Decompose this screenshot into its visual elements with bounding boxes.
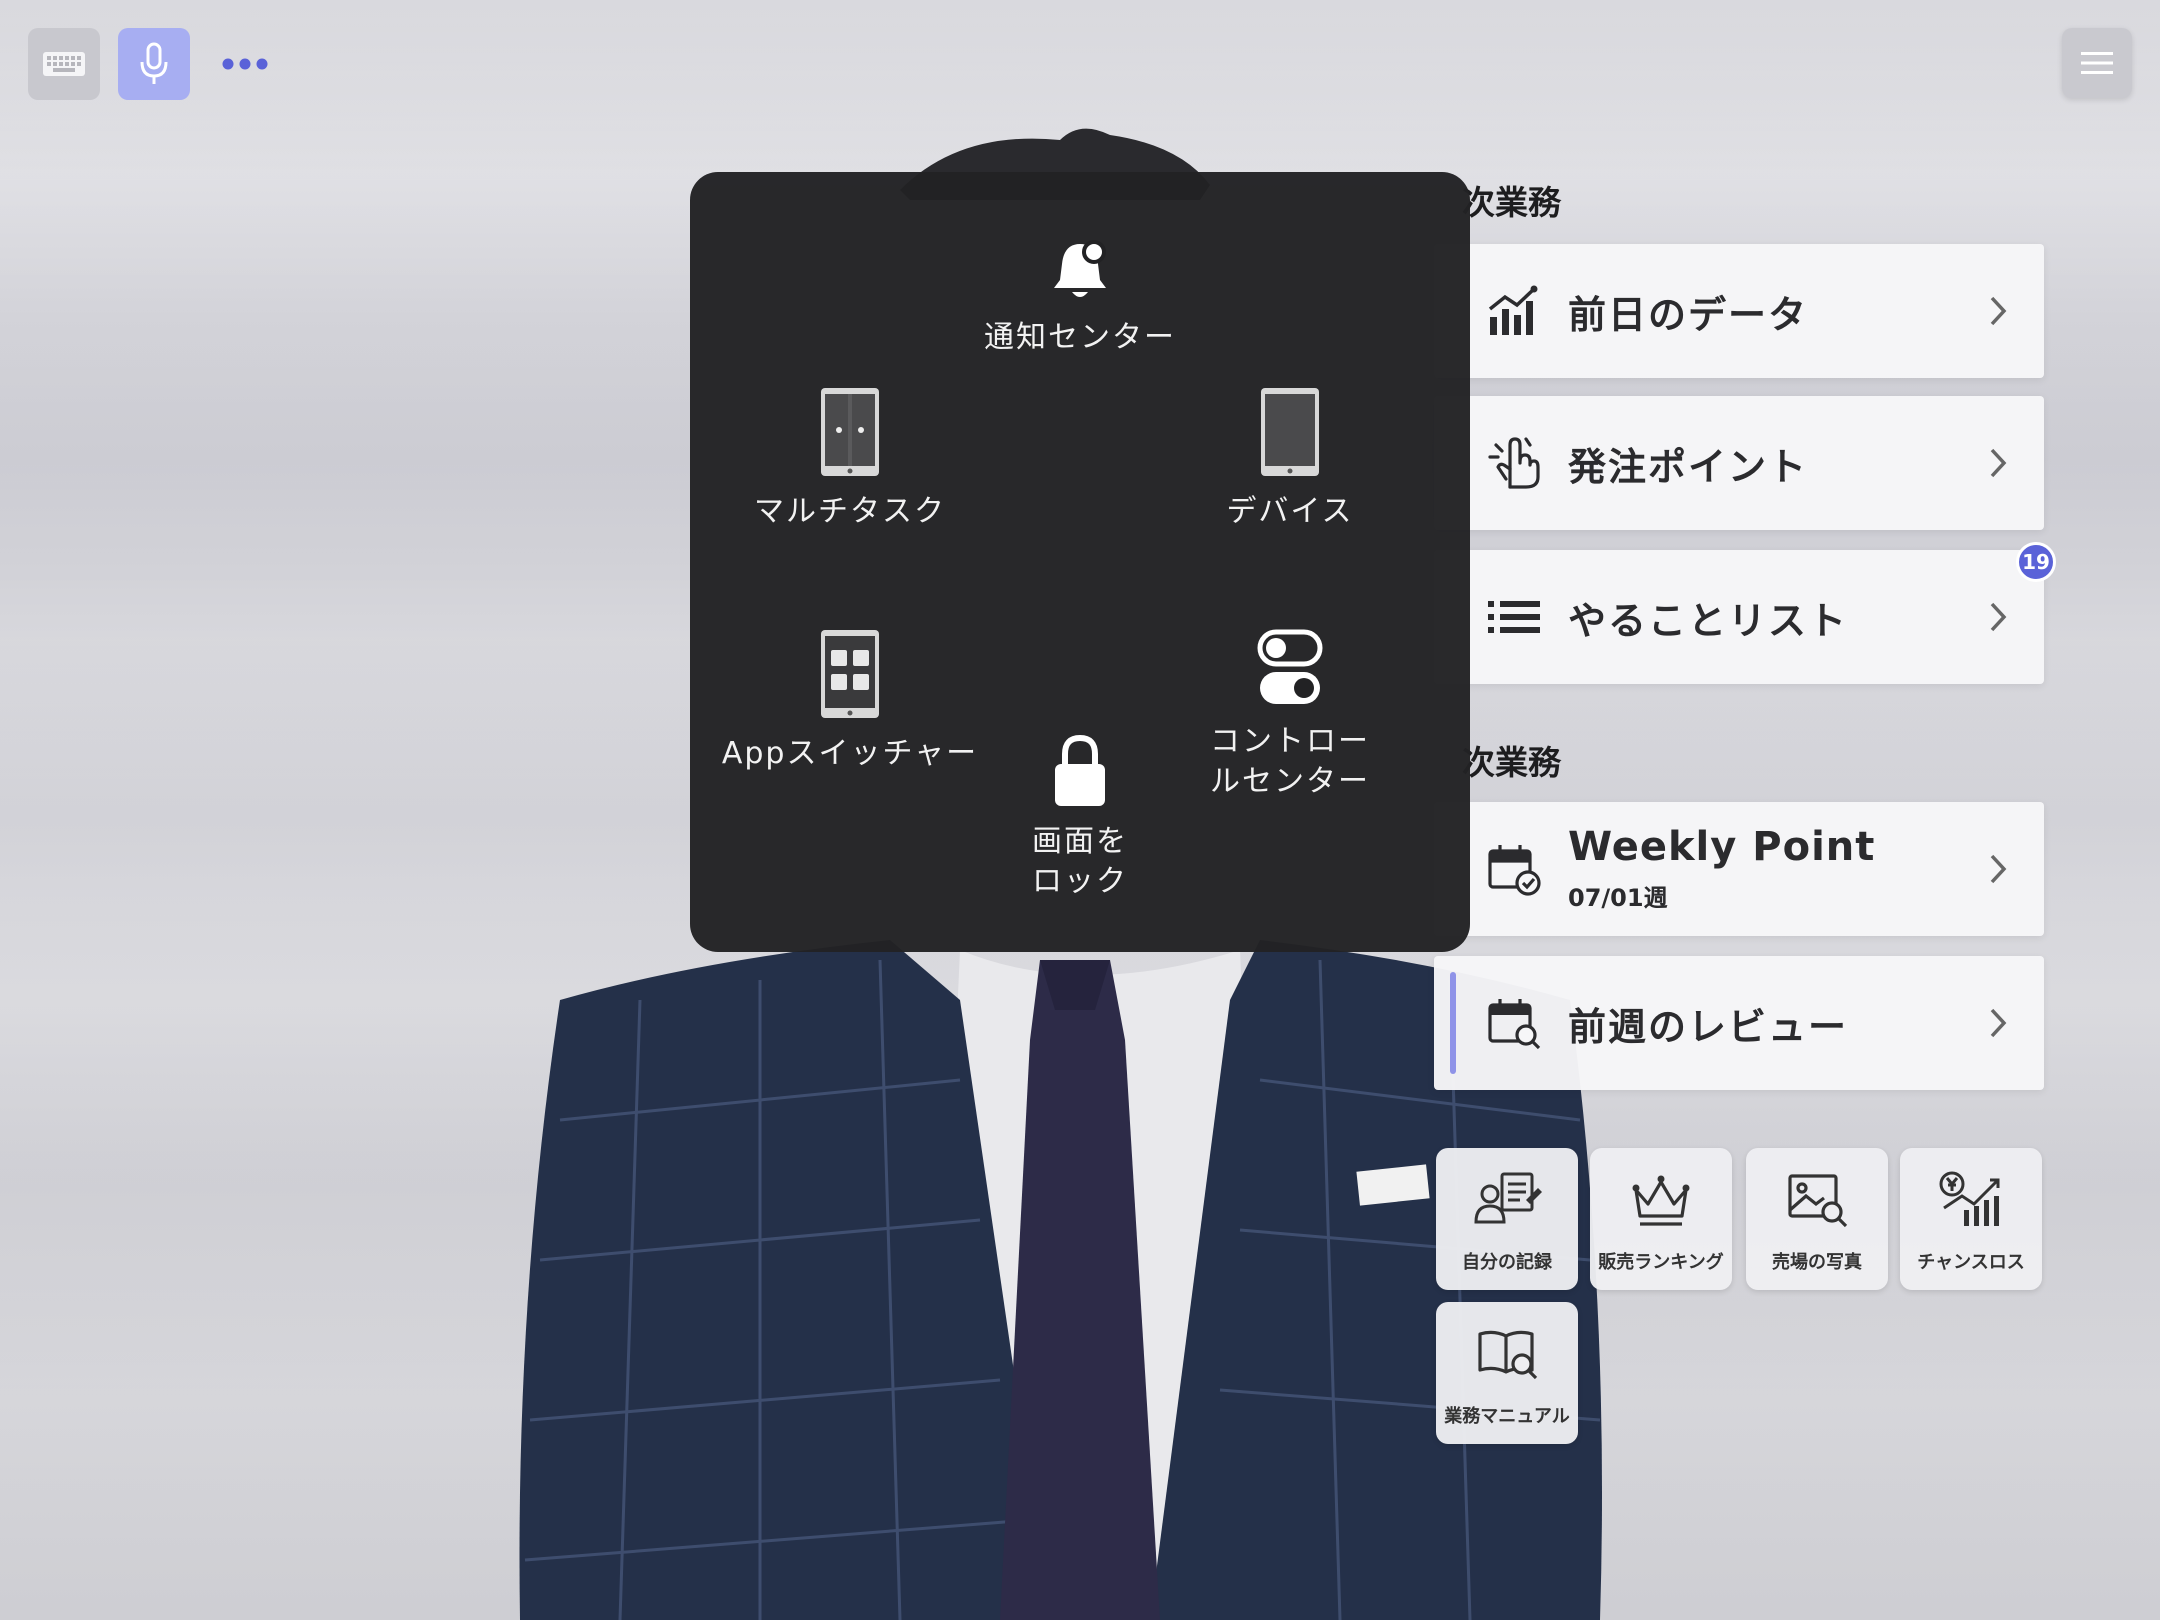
control-center-label: コントロー ルセンター [1210,724,1370,799]
keyboard-button[interactable] [28,28,100,100]
tile-chance-loss[interactable]: チャンスロス [1900,1148,2042,1290]
lock-screen-button[interactable]: 画面を ロック [960,734,1200,902]
card-previous-day-data[interactable]: 前日のデータ [1434,244,2044,378]
app-switcher-label: Appスイッチャー [721,736,979,771]
tile-my-records[interactable]: 自分の記録 [1436,1148,1578,1290]
assistive-touch-menu: 通知センター マルチタスク デバイス Appスイッチャー コントロー ルセンター… [690,172,1470,952]
device-label: デバイス [1226,494,1354,529]
tile-sales-ranking[interactable]: 販売ランキング [1590,1148,1732,1290]
tile-label: 売場の写真 [1772,1252,1862,1273]
card-todo-list[interactable]: やることリスト [1434,550,2044,684]
card-label: Weekly Point [1568,824,1876,870]
tile-store-photos[interactable]: 売場の写真 [1746,1148,1888,1290]
control-center-button[interactable]: コントロー ルセンター [1170,628,1410,802]
list-icon [1488,601,1540,633]
card-label: 前日のデータ [1568,292,1809,337]
toggles-icon [1257,629,1323,704]
card-weekly-point[interactable]: Weekly Point 07/01週 [1434,802,2044,936]
yen-chart-icon [1939,1171,2000,1226]
multitask-label: マルチタスク [754,494,946,529]
tile-label: チャンスロス [1917,1252,2025,1273]
bell-icon [1054,240,1106,297]
chevron-right-icon [1990,296,2007,326]
card-order-point[interactable]: 発注ポイント [1434,396,2044,530]
todo-count-badge: 19 [2016,542,2056,582]
calendar-search-icon [1488,999,1541,1050]
user-notes-icon [1474,1172,1542,1224]
tile-label: 販売ランキング [1598,1252,1724,1273]
hamburger-icon [2081,52,2113,74]
ellipsis-icon [222,58,268,70]
lock-screen-label: 画面を ロック [1032,824,1128,899]
tile-label: 業務マニュアル [1444,1406,1570,1427]
section-title-2: 次業務 [1462,743,1561,782]
chevron-right-icon [1990,448,2007,478]
chevron-right-icon [1990,602,2007,632]
card-last-week-review[interactable]: 前週のレビュー [1434,956,2044,1090]
crown-icon [1632,1175,1690,1226]
notification-center-button[interactable]: 通知センター [960,238,1200,358]
multitask-icon [821,388,879,476]
card-label: 発注ポイント [1568,444,1809,489]
bar-chart-icon [1488,285,1538,335]
section-title-1: 次業務 [1462,183,1561,222]
card-label: 前週のレビュー [1568,1004,1849,1049]
book-search-icon [1478,1330,1538,1380]
multitask-button[interactable]: マルチタスク [730,386,970,532]
pointing-hand-icon [1488,437,1540,489]
chevron-right-icon [1990,1008,2007,1038]
notification-center-label: 通知センター [984,320,1176,355]
card-sublabel: 07/01週 [1568,884,1668,912]
microphone-button[interactable] [118,28,190,100]
device-button[interactable]: デバイス [1170,386,1410,532]
microphone-icon [140,42,168,84]
tile-label: 自分の記録 [1462,1252,1552,1273]
calendar-check-icon [1488,845,1541,896]
keyboard-icon [43,52,85,76]
device-icon [1261,388,1319,476]
tile-work-manual[interactable]: 業務マニュアル [1436,1302,1578,1444]
app-switcher-icon [821,630,879,718]
hamburger-menu-button[interactable] [2062,28,2132,98]
app-switcher-button[interactable]: Appスイッチャー [720,628,980,774]
card-label: やることリスト [1568,598,1849,643]
lock-icon [1055,734,1105,806]
photo-search-icon [1788,1174,1848,1228]
chevron-right-icon [1990,854,2007,884]
more-options-button[interactable] [210,28,280,100]
